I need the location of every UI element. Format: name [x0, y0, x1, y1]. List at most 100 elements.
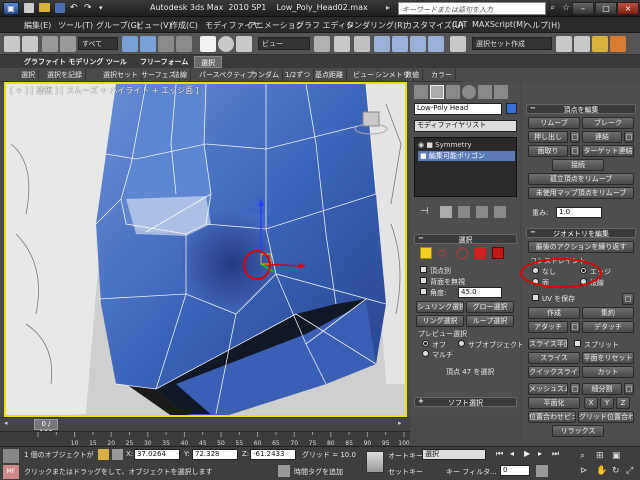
- pivot-icon[interactable]: [314, 36, 330, 52]
- view-align-button[interactable]: 位置合わせビュー: [528, 411, 576, 423]
- configure-sets-icon[interactable]: [494, 206, 506, 218]
- break-button[interactable]: ブレーク: [582, 117, 634, 129]
- maxscript-listener-icon[interactable]: [3, 449, 19, 463]
- shrink-button[interactable]: シュリンク選択: [416, 301, 464, 313]
- object-color-swatch[interactable]: [506, 103, 517, 114]
- weight-spinner[interactable]: 1.0: [556, 207, 602, 218]
- edit-named-sets-icon[interactable]: [450, 36, 466, 52]
- utilities-tab-icon[interactable]: [494, 85, 508, 99]
- menu-item-11[interactable]: MAXScript(M): [472, 20, 526, 29]
- ribbon-button-0[interactable]: 選択: [18, 69, 39, 81]
- set-key-button[interactable]: セットキー: [388, 467, 423, 477]
- meshsmooth-settings-button[interactable]: □: [570, 383, 580, 395]
- menu-item-1[interactable]: ツール(T): [58, 20, 93, 31]
- zoom-icon[interactable]: ⌕: [580, 451, 592, 463]
- planar-y-button[interactable]: Y: [600, 397, 614, 409]
- remove-unused-map-button[interactable]: 未使用マップ頂点をリムーブ: [528, 187, 634, 199]
- select-manipulate-icon[interactable]: [334, 36, 350, 52]
- maximize-icon[interactable]: □: [595, 2, 617, 15]
- remove-button[interactable]: リムーブ: [528, 117, 580, 129]
- search-arrow-icon[interactable]: ▸: [386, 3, 390, 12]
- mirror-icon[interactable]: [556, 36, 572, 52]
- edge-mode-icon[interactable]: ◇: [438, 247, 450, 259]
- time-slider[interactable]: ◂ 0 / 100 ▸: [0, 417, 410, 437]
- time-slider-thumb[interactable]: 0 / 100: [34, 419, 58, 437]
- collapse-button[interactable]: 集約: [582, 307, 634, 319]
- y-coord-field[interactable]: 72.328: [192, 449, 238, 460]
- extrude-settings-button[interactable]: □: [570, 131, 580, 143]
- grid-align-button[interactable]: グリッド位置合わせ: [578, 411, 634, 423]
- quickslice-button[interactable]: クイックスライス: [528, 366, 580, 378]
- menu-item-3[interactable]: ビュー(V): [136, 20, 172, 31]
- slice-button[interactable]: スライス: [528, 352, 580, 364]
- fov-icon[interactable]: ⊳: [580, 466, 592, 478]
- ribbon-button-6[interactable]: ランダム: [248, 69, 283, 81]
- angle-spinner[interactable]: 45.0: [458, 287, 502, 298]
- preserve-uv-checkbox[interactable]: [532, 294, 539, 301]
- ribbon-button-4[interactable]: 法線: [170, 69, 191, 81]
- chamfer-button[interactable]: 面取り: [528, 145, 568, 157]
- ring-button[interactable]: リング選択: [416, 315, 464, 327]
- selection-filter-dropdown[interactable]: すべて: [78, 37, 118, 50]
- selection-rollout-header[interactable]: − 選択: [414, 234, 517, 244]
- split-checkbox[interactable]: [574, 340, 581, 347]
- goto-start-icon[interactable]: ⏮: [496, 449, 503, 459]
- add-time-tag[interactable]: 時間タグを追加: [294, 467, 343, 477]
- pin-stack-icon[interactable]: ⊣: [420, 206, 432, 218]
- orbit-icon[interactable]: ↻: [612, 466, 624, 478]
- target-weld-button[interactable]: ターゲット連結: [582, 145, 634, 157]
- next-key-icon[interactable]: ▸: [538, 449, 542, 458]
- undo-icon[interactable]: ↶: [70, 3, 80, 13]
- menu-item-4[interactable]: 作成(C): [170, 20, 198, 31]
- link-icon[interactable]: [42, 36, 58, 52]
- save-icon[interactable]: [55, 3, 65, 13]
- play-icon[interactable]: ▶: [524, 449, 530, 458]
- menu-item-2[interactable]: グループ(G): [96, 20, 140, 31]
- ribbon-button-2[interactable]: 選択セット: [100, 69, 142, 81]
- named-selection-dropdown[interactable]: 選択セット作成: [472, 37, 552, 50]
- project-folder-icon[interactable]: ▾: [99, 3, 113, 13]
- align-icon[interactable]: [574, 36, 590, 52]
- by-angle-checkbox[interactable]: [420, 288, 427, 295]
- weld-settings-button[interactable]: □: [624, 131, 634, 143]
- border-mode-icon[interactable]: ◯: [456, 247, 468, 259]
- app-icon[interactable]: ▣: [3, 2, 19, 15]
- absolute-mode-icon[interactable]: [112, 449, 123, 460]
- x-coord-field[interactable]: 37.0264: [134, 449, 180, 460]
- weld-button[interactable]: 連結: [582, 131, 622, 143]
- binoculars-icon[interactable]: ⌕: [550, 3, 555, 13]
- connect-button[interactable]: 接続: [552, 159, 604, 171]
- prev-frame-icon[interactable]: ◂: [4, 419, 12, 430]
- edit-vertices-rollout-header[interactable]: − 頂点を編集: [526, 104, 636, 114]
- make-planar-button[interactable]: 平面化: [528, 397, 580, 409]
- planar-z-button[interactable]: Z: [616, 397, 630, 409]
- menu-item-10[interactable]: CAT: [452, 20, 467, 29]
- modify-tab-icon[interactable]: [430, 85, 444, 99]
- redo-tool-icon[interactable]: [22, 36, 38, 52]
- redo-icon[interactable]: ↷: [84, 3, 94, 13]
- ribbon-button-7[interactable]: 1/2ずつ: [282, 69, 315, 81]
- close-icon[interactable]: ×: [617, 2, 639, 15]
- maximize-viewport-icon[interactable]: ⤢: [626, 466, 638, 478]
- tessellate-settings-button[interactable]: □: [624, 383, 634, 395]
- ribbon-button-1[interactable]: 選択を記録: [44, 69, 86, 81]
- create-tab-icon[interactable]: [414, 85, 428, 99]
- menu-item-8[interactable]: レンダリング(R): [346, 20, 406, 31]
- reset-plane-button[interactable]: 平面をリセット: [582, 352, 634, 364]
- chamfer-settings-button[interactable]: □: [570, 145, 580, 157]
- by-vertex-checkbox[interactable]: [420, 266, 427, 273]
- key-selection-dropdown[interactable]: 選択: [422, 449, 486, 460]
- rotate-icon[interactable]: [218, 36, 234, 52]
- element-mode-icon[interactable]: [492, 247, 504, 259]
- hierarchy-tab-icon[interactable]: [446, 85, 460, 99]
- open-folder-icon[interactable]: [39, 3, 50, 12]
- maxscript-mini-icon[interactable]: MF: [3, 465, 19, 479]
- perspective-viewport[interactable]: [ + ] [ 透視 ] [ スムーズ + ハイライト + エッジ面 ]: [4, 82, 407, 417]
- keyboard-shortcut-icon[interactable]: [354, 36, 370, 52]
- detach-button[interactable]: デタッチ: [582, 321, 634, 333]
- preview-off-radio[interactable]: [422, 340, 429, 347]
- cut-button[interactable]: カット: [582, 366, 634, 378]
- prev-key-icon[interactable]: ◂: [510, 449, 514, 458]
- search-input[interactable]: キーワードまたは語句を入力: [398, 2, 546, 15]
- move-icon[interactable]: [200, 36, 216, 52]
